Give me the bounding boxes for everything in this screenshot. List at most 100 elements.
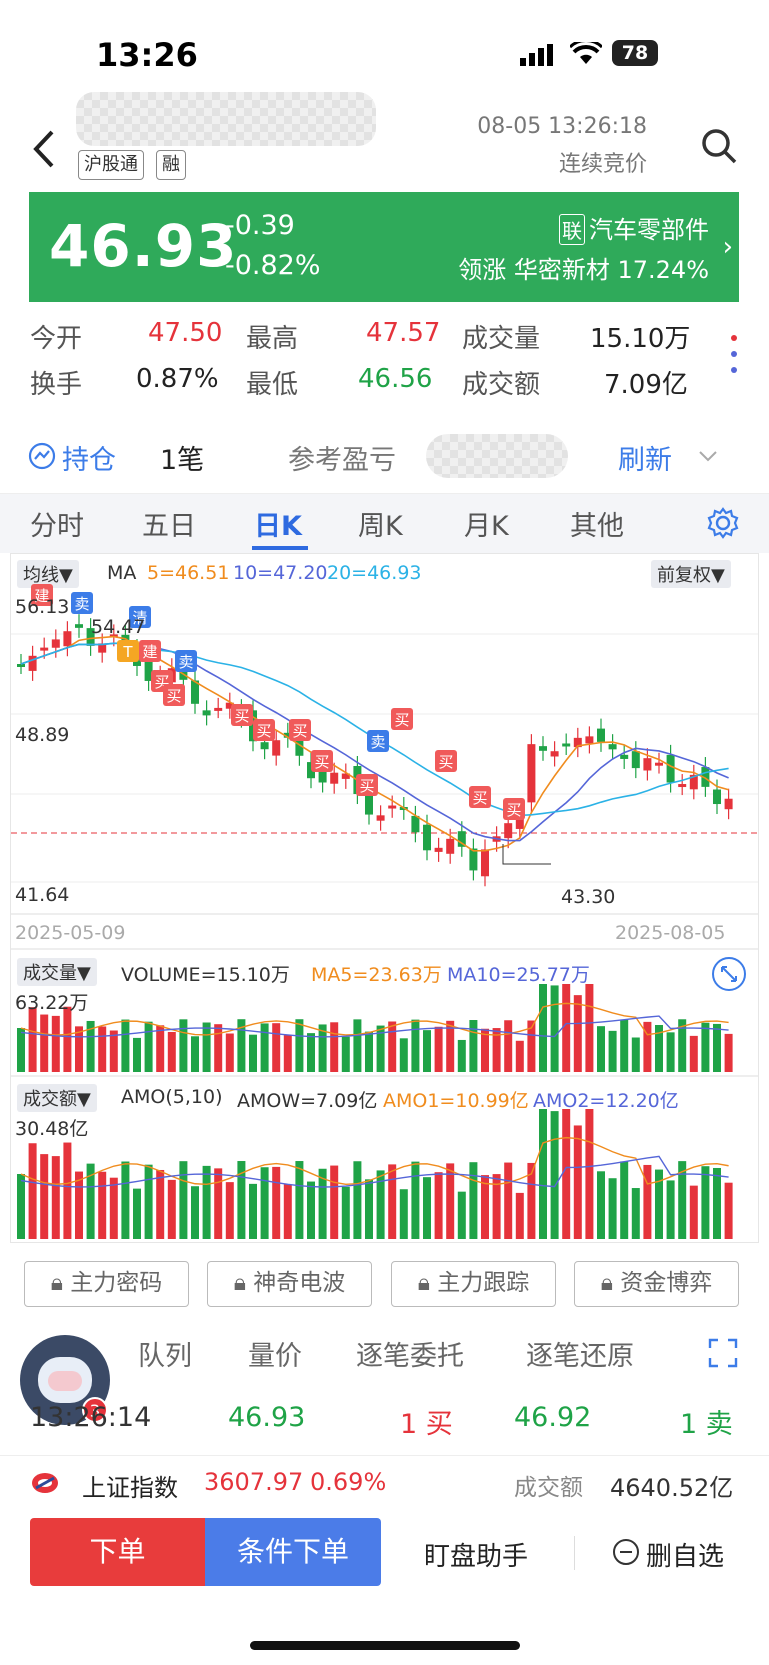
locked-tools-row: 🔒︎ 主力密码 🔒︎ 神奇电波 🔒︎ 主力跟踪 🔒︎ 资金博弈 [0, 1253, 769, 1319]
tool-magic-wave[interactable]: 🔒︎ 神奇电波 [207, 1261, 372, 1307]
volume-bar [28, 1007, 37, 1072]
lead-pct: 17.24% [617, 256, 709, 284]
trade-marker-label: 买 [472, 789, 487, 807]
volume-bar [631, 1037, 640, 1072]
tab-volume-price[interactable]: 量价 [248, 1334, 302, 1373]
volume-bar [701, 1022, 710, 1072]
volume-bar [330, 1022, 339, 1072]
tool-label: 资金博弈 [620, 1270, 713, 1296]
candle-body [585, 736, 594, 744]
price-banner[interactable]: 46.93 -0.39 -0.82% 联汽车零部件 领涨 华密新材 17.24%… [29, 192, 739, 302]
kline-chart-panel[interactable]: 均线▼ MA 5=46.51 10=47.20 20=46.93 前复权▼ 建卖… [10, 553, 759, 1243]
sector-leader: 领涨 华密新材 17.24% [458, 250, 709, 285]
candle-body [376, 815, 385, 821]
trade-marker-label: 买 [256, 722, 271, 740]
amount-bar [724, 1182, 733, 1239]
tab-daily-k[interactable]: 日K [254, 504, 302, 543]
order-button[interactable]: 下单 [30, 1518, 205, 1586]
latest-trade-row: 13:26:14 46.93 1 买 46.92 1 卖 [0, 1392, 769, 1448]
gear-icon[interactable] [706, 506, 740, 540]
tab-weekly-k[interactable]: 周K [358, 504, 403, 543]
holding-count: 1笔 [160, 445, 205, 476]
amount-bar [260, 1167, 269, 1239]
amount-indicator-label: AMO(5,10) [121, 1086, 223, 1108]
expand-icon[interactable] [711, 956, 747, 992]
volume-bar [191, 1036, 199, 1072]
amount-bar [179, 1161, 188, 1239]
index-value: 3607.97 [204, 1468, 304, 1496]
holding-row: 持仓 1笔 参考盈亏 刷新 [0, 428, 769, 488]
more-dots-icon[interactable] [729, 330, 739, 380]
holding-label[interactable]: 持仓 [62, 438, 116, 477]
price-change: -0.39 [225, 210, 295, 241]
volume-bar [179, 1019, 188, 1072]
price-change-pct: -0.82% [225, 250, 321, 281]
pnl-redacted [426, 434, 568, 478]
lead-stock: 华密新材 [513, 256, 610, 284]
axis-mid-price: 48.89 [15, 724, 70, 746]
tab-trade-restore[interactable]: 逐笔还原 [526, 1334, 634, 1373]
conditional-order-button[interactable]: 条件下单 [205, 1518, 381, 1586]
minus-circle-icon [613, 1539, 639, 1565]
remove-watchlist-button[interactable]: 删自选 [646, 1536, 724, 1573]
volume-bar [121, 1019, 130, 1072]
robot-visor [48, 1371, 82, 1391]
volume-bar [307, 1033, 315, 1072]
tool-main-tracking[interactable]: 🔒︎ 主力跟踪 [391, 1261, 556, 1307]
tab-order-by-order[interactable]: 逐笔委托 [356, 1334, 464, 1373]
volume-bar [550, 985, 559, 1072]
sector-link[interactable]: 联汽车零部件 [559, 210, 709, 245]
turnover-value: 0.87% [136, 364, 219, 394]
tab-intraday[interactable]: 分时 [30, 504, 84, 543]
peak-price-label: 54.47 [91, 616, 146, 638]
amount-bar [17, 1174, 25, 1239]
trade-marker-label: 买 [166, 687, 181, 705]
candle-body [469, 848, 478, 871]
amount-selector[interactable]: 成交额▼ [17, 1084, 97, 1112]
tool-main-code[interactable]: 🔒︎ 主力密码 [24, 1261, 189, 1307]
candle-body [666, 754, 675, 783]
candle-body [260, 742, 269, 750]
candle-body [51, 639, 60, 648]
volume-ma10: MA10=25.77万 [447, 964, 590, 986]
last-price: 46.93 [49, 212, 238, 280]
back-arrow-icon[interactable] [24, 124, 64, 174]
amount-bar [40, 1154, 49, 1239]
candle-body [724, 798, 733, 810]
volume-bar [295, 1019, 304, 1072]
trade-marker-label: 买 [314, 753, 329, 771]
volume-bar [423, 1030, 431, 1072]
chevron-right-icon: › [722, 232, 733, 262]
amount-bar [515, 1192, 524, 1239]
watch-assistant-button[interactable]: 盯盘助手 [424, 1536, 528, 1573]
volume-bar [608, 1030, 617, 1072]
tab-other[interactable]: 其他 [570, 504, 624, 543]
amount-bar [156, 1169, 165, 1239]
amount-bar [202, 1165, 211, 1239]
search-icon[interactable] [699, 126, 739, 166]
date-end: 2025-08-05 [615, 922, 726, 944]
quote-stats: 今开 47.50 最高 47.57 成交量 15.10万 换手 0.87% 最低… [0, 310, 769, 410]
volume-selector[interactable]: 成交量▼ [17, 958, 97, 986]
fullscreen-icon[interactable] [708, 1338, 738, 1368]
amount-bar [341, 1186, 350, 1239]
stock-name-redacted [76, 92, 376, 146]
amount-bar [330, 1165, 339, 1239]
index-logo-icon [32, 1473, 58, 1493]
tool-capital-game[interactable]: 🔒︎ 资金博弈 [574, 1261, 739, 1307]
low-value: 46.56 [358, 364, 433, 394]
volume-bar [388, 1021, 397, 1072]
volume-bar [249, 1034, 257, 1072]
trade-side-1: 1 买 [400, 1409, 453, 1440]
candle-body [202, 710, 211, 716]
candle-body [539, 746, 547, 751]
refresh-button[interactable]: 刷新 [618, 438, 672, 477]
tab-five-day[interactable]: 五日 [142, 504, 196, 543]
index-ticker[interactable]: 上证指数 3607.97 0.69% 成交额 4640.52亿 [0, 1455, 769, 1511]
tab-monthly-k[interactable]: 月K [464, 504, 509, 543]
amount-bar [144, 1164, 153, 1239]
candle-body [63, 631, 72, 647]
candle-body [713, 789, 721, 805]
chevron-down-icon[interactable] [698, 450, 718, 464]
tab-queue[interactable]: 队列 [138, 1334, 192, 1373]
